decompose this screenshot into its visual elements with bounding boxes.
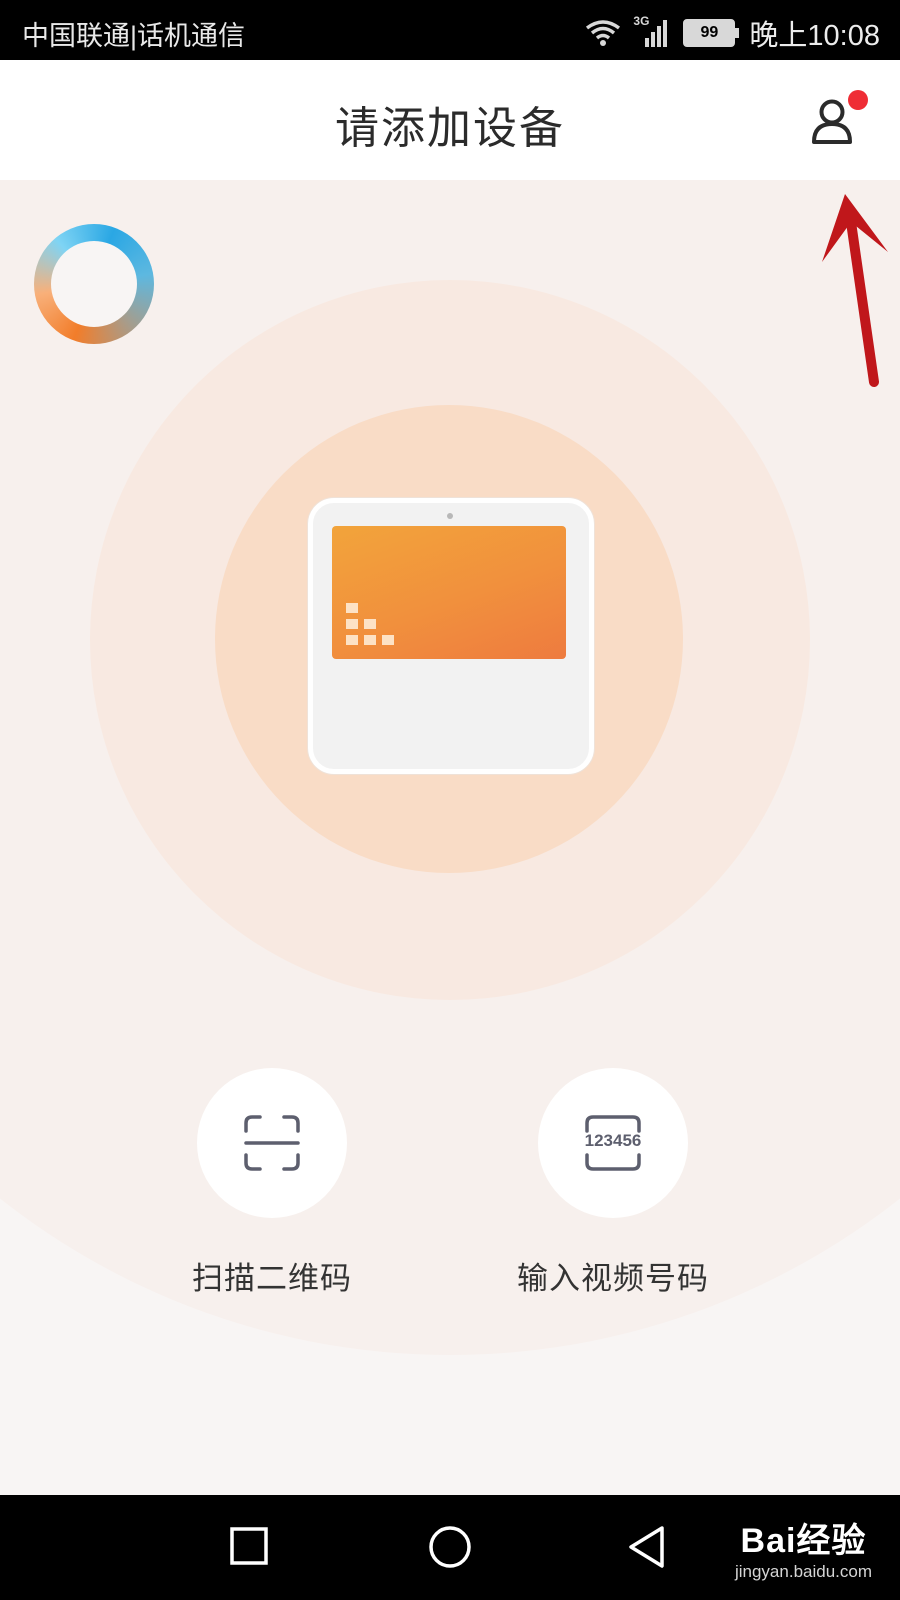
screen-block xyxy=(346,635,358,645)
notification-dot xyxy=(848,90,868,110)
status-bar: 中国联通|话机通信 3G 99 晚上10:08 xyxy=(0,0,900,60)
recent-apps-button[interactable] xyxy=(225,1522,275,1572)
screen-block xyxy=(346,603,358,613)
screen-block xyxy=(364,619,376,629)
screen-block xyxy=(382,635,394,645)
scan-qr-button[interactable] xyxy=(197,1068,347,1218)
watermark-url: jingyan.baidu.com xyxy=(734,1562,872,1581)
video-number-button[interactable]: 123456 xyxy=(538,1068,688,1218)
scan-qr-label[interactable]: 扫描二维码 xyxy=(122,1253,422,1298)
baidu-jingyan-watermark: Bai经验 jingyan.baidu.com xyxy=(735,1513,872,1582)
camera-dot xyxy=(447,513,453,519)
battery-icon: 99 xyxy=(683,19,740,47)
main-content: 扫描二维码 123456 输入视频号码 xyxy=(0,180,900,1495)
home-button[interactable] xyxy=(425,1522,475,1572)
device-screen xyxy=(332,526,566,659)
navigation-bar: Bai经验 jingyan.baidu.com xyxy=(0,1495,900,1600)
back-button[interactable] xyxy=(622,1522,672,1572)
battery-level: 99 xyxy=(700,24,719,41)
status-icons: 3G 99 晚上10:08 xyxy=(585,12,880,54)
number-code-text: 123456 xyxy=(584,1131,642,1150)
wifi-icon xyxy=(586,20,621,46)
profile-button[interactable] xyxy=(806,90,868,150)
page-title: 请添加设备 xyxy=(335,104,565,153)
screen-block xyxy=(346,619,358,629)
video-number-label[interactable]: 输入视频号码 xyxy=(463,1253,763,1298)
carrier-label: 中国联通|话机通信 xyxy=(22,21,246,51)
clock: 晚上10:08 xyxy=(749,20,880,52)
app-header: 请添加设备 xyxy=(0,60,900,180)
signal-icon: 3G xyxy=(633,14,669,48)
qr-scan-icon xyxy=(244,1115,300,1171)
watermark-brand: Bai经验 xyxy=(740,1522,867,1560)
screen-block xyxy=(364,635,376,645)
loading-spinner-icon xyxy=(34,224,154,344)
smart-screen-device-icon xyxy=(308,498,594,774)
